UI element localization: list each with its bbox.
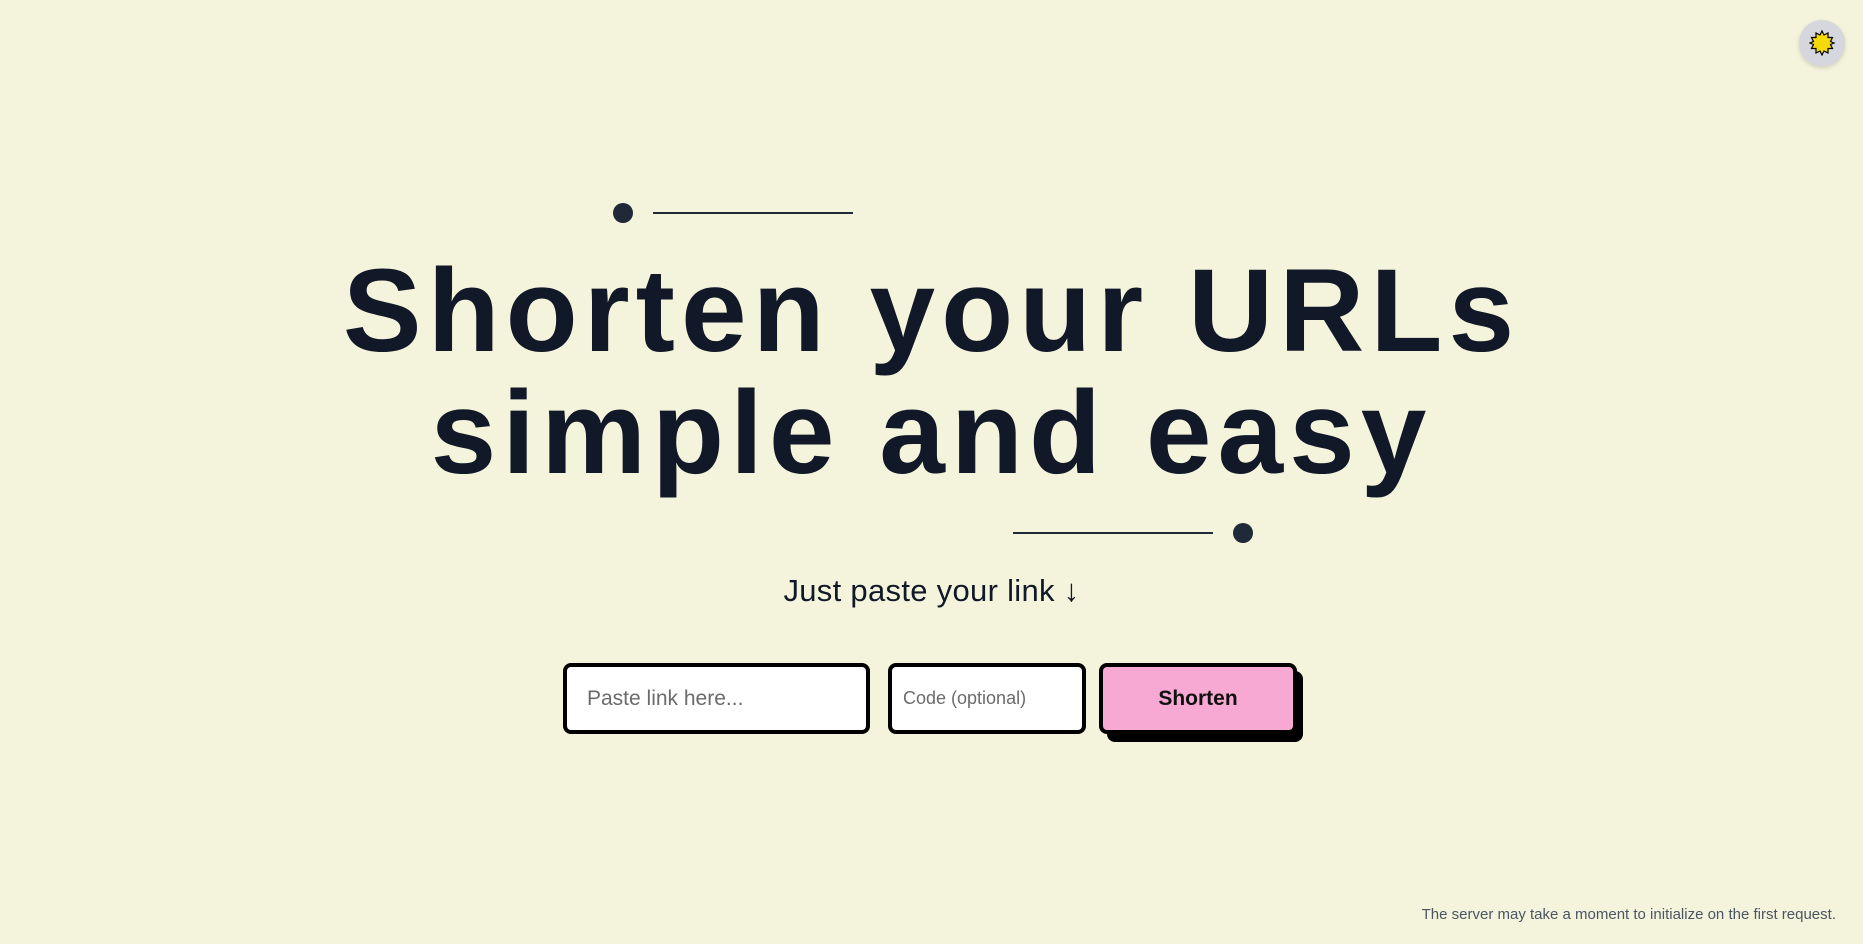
code-input[interactable]	[888, 663, 1086, 734]
title-line-2: simple and easy	[430, 367, 1433, 499]
subtitle: Just paste your link ↓	[783, 573, 1080, 608]
shorten-form: Shorten	[563, 663, 1303, 743]
shorten-button[interactable]: Shorten	[1099, 663, 1297, 734]
sun-icon	[1809, 30, 1835, 56]
decorative-dot-top	[613, 203, 633, 223]
decorative-line-bottom	[1013, 532, 1213, 534]
decorative-line-top	[653, 212, 853, 214]
decorative-dot-bottom	[1233, 523, 1253, 543]
shorten-button-wrapper: Shorten	[1099, 663, 1303, 743]
page-title: Shorten your URLs simple and easy	[0, 250, 1863, 494]
server-note: The server may take a moment to initiali…	[1421, 906, 1836, 923]
link-input[interactable]	[563, 663, 870, 734]
theme-toggle-button[interactable]	[1799, 20, 1845, 66]
title-line-1: Shorten your URLs	[342, 245, 1521, 377]
